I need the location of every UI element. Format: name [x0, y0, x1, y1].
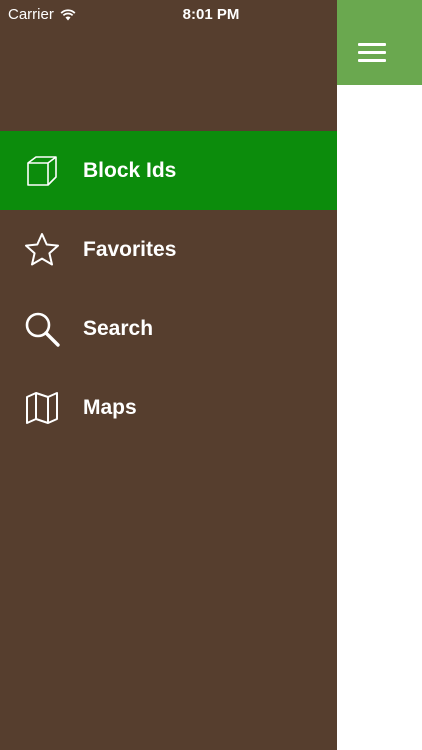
star-icon	[22, 230, 62, 270]
map-icon	[22, 388, 62, 428]
menu-item-search[interactable]: Search	[0, 289, 337, 368]
menu-item-block-ids[interactable]: Block Ids	[0, 131, 337, 210]
cube-icon	[22, 151, 62, 191]
drawer-menu: Block Ids Favorites Search Maps	[0, 131, 337, 447]
menu-item-maps[interactable]: Maps	[0, 368, 337, 447]
menu-label-maps: Maps	[83, 395, 137, 419]
menu-label-search: Search	[83, 316, 154, 340]
content-body	[337, 85, 422, 750]
search-icon	[22, 309, 62, 349]
menu-item-favorites[interactable]: Favorites	[0, 210, 337, 289]
menu-label-block-ids: Block Ids	[83, 158, 177, 182]
hamburger-menu-icon[interactable]	[358, 43, 386, 65]
menu-label-favorites: Favorites	[83, 237, 177, 261]
